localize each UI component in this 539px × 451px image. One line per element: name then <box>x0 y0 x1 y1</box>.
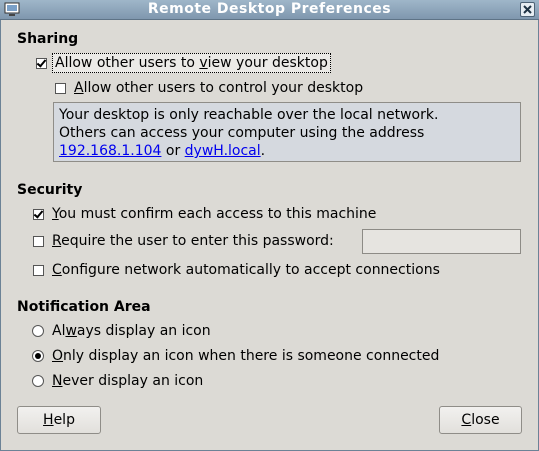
allow-view-checkbox-row[interactable]: Allow other users to view your desktop <box>36 53 331 73</box>
ip-address-link[interactable]: 192.168.1.104 <box>59 143 161 159</box>
info-line-1: Your desktop is only reachable over the … <box>59 107 439 123</box>
allow-control-checkbox[interactable] <box>55 82 66 94</box>
confirm-access-label[interactable]: You must confirm each access to this mac… <box>52 206 376 222</box>
notify-never-radio-row[interactable]: Never display an icon <box>32 371 203 391</box>
title-bar[interactable]: Remote Desktop Preferences <box>0 0 539 20</box>
close-x-icon <box>523 5 532 14</box>
allow-control-label[interactable]: Allow other users to control your deskto… <box>74 80 363 96</box>
window-title: Remote Desktop Preferences <box>147 1 392 17</box>
confirm-access-checkbox[interactable] <box>33 208 44 220</box>
confirm-access-checkbox-row[interactable]: You must confirm each access to this mac… <box>33 204 376 224</box>
allow-control-checkbox-row[interactable]: Allow other users to control your deskto… <box>55 78 363 98</box>
window-close-button[interactable] <box>520 2 535 17</box>
notify-never-label[interactable]: Never display an icon <box>52 373 203 389</box>
close-button[interactable]: Close <box>439 406 522 434</box>
notify-connected-label[interactable]: Only display an icon when there is someo… <box>52 348 439 364</box>
notify-connected-radio-row[interactable]: Only display an icon when there is someo… <box>32 346 439 366</box>
network-info-box: Your desktop is only reachable over the … <box>53 102 521 162</box>
notification-area-heading: Notification Area <box>17 299 151 315</box>
require-password-checkbox-row[interactable]: Require the user to enter this password: <box>33 231 334 251</box>
sharing-heading: Sharing <box>17 31 79 47</box>
notify-connected-radio[interactable] <box>32 350 44 362</box>
info-line-3: 192.168.1.104 or dywH.local. <box>59 143 266 159</box>
allow-view-label[interactable]: Allow other users to view your desktop <box>52 53 331 73</box>
password-input[interactable] <box>362 229 521 254</box>
remote-desktop-preferences-window: Remote Desktop Preferences Sharing Allow… <box>0 0 539 451</box>
allow-view-checkbox[interactable] <box>36 57 47 69</box>
hostname-link[interactable]: dywH.local <box>185 143 261 159</box>
configure-network-checkbox[interactable] <box>33 264 44 276</box>
help-button[interactable]: Help <box>17 406 101 434</box>
require-password-label[interactable]: Require the user to enter this password: <box>52 233 334 249</box>
notify-never-radio[interactable] <box>32 375 44 387</box>
security-heading: Security <box>17 182 83 198</box>
configure-network-checkbox-row[interactable]: Configure network automatically to accep… <box>33 260 440 280</box>
notify-always-radio-row[interactable]: Always display an icon <box>32 321 211 341</box>
notify-always-label[interactable]: Always display an icon <box>52 323 211 339</box>
window-frame-left <box>0 20 1 451</box>
require-password-checkbox[interactable] <box>33 235 44 247</box>
configure-network-label[interactable]: Configure network automatically to accep… <box>52 262 440 278</box>
notify-always-radio[interactable] <box>32 325 44 337</box>
info-line-2: Others can access your computer using th… <box>59 125 425 141</box>
